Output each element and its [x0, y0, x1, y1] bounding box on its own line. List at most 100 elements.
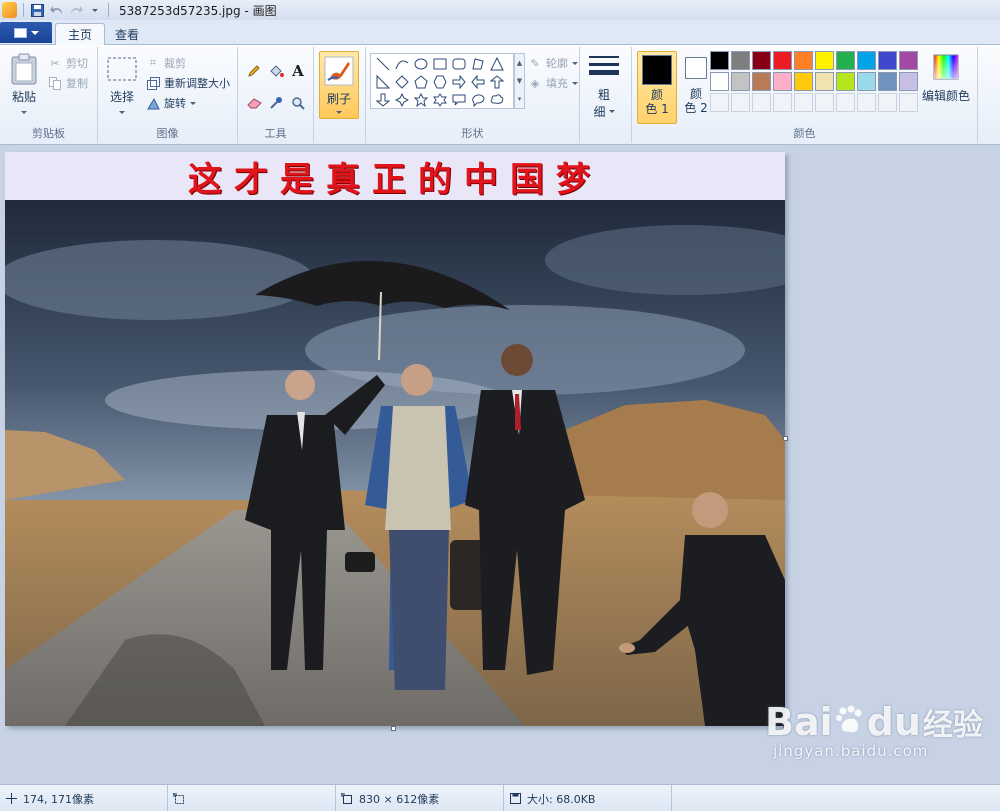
custom-color-slot[interactable]	[773, 93, 792, 112]
color1-button[interactable]: 颜 色 1	[637, 51, 677, 124]
arrow-down-shape-icon[interactable]	[373, 91, 392, 109]
pentagon-shape-icon[interactable]	[411, 73, 430, 91]
image-canvas[interactable]: 这才是真正的中国梦	[5, 152, 785, 726]
copy-icon	[48, 76, 62, 90]
color-swatch[interactable]	[899, 72, 918, 91]
save-icon[interactable]	[30, 3, 45, 18]
color-swatch[interactable]	[899, 51, 918, 70]
cut-button[interactable]: ✂ 剪切	[48, 55, 88, 71]
rotate-button[interactable]: 旋转	[146, 95, 196, 111]
undo-icon[interactable]	[49, 3, 64, 18]
copy-button[interactable]: 复制	[48, 75, 88, 91]
hexagon-shape-icon[interactable]	[430, 73, 449, 91]
oval-shape-icon[interactable]	[411, 55, 430, 73]
paint-menu-button[interactable]	[0, 22, 52, 43]
five-point-star-shape-icon[interactable]	[411, 91, 430, 109]
canvas-resize-handle-bottom[interactable]	[391, 726, 396, 731]
color-swatch[interactable]	[731, 51, 750, 70]
color-swatch[interactable]	[773, 72, 792, 91]
color-swatch[interactable]	[773, 51, 792, 70]
edit-colors-button[interactable]: 编辑颜色	[922, 53, 970, 104]
customize-quick-access-icon[interactable]	[87, 3, 102, 18]
fill-bucket-icon[interactable]	[266, 61, 286, 81]
pencil-icon[interactable]	[244, 61, 264, 81]
magnifier-icon[interactable]	[288, 93, 308, 113]
scroll-up-icon[interactable]: ▲	[517, 59, 522, 67]
arrow-left-shape-icon[interactable]	[468, 73, 487, 91]
tab-home[interactable]: 主页	[55, 23, 106, 46]
oval-callout-shape-icon[interactable]	[468, 91, 487, 109]
edit-colors-label: 编辑颜色	[922, 89, 971, 103]
canvas-resize-handle-right[interactable]	[783, 436, 788, 441]
custom-color-slot[interactable]	[878, 93, 897, 112]
color-swatch[interactable]	[878, 51, 897, 70]
color-swatch[interactable]	[878, 72, 897, 91]
brushes-button[interactable]: 刷子	[319, 51, 359, 119]
color-picker-icon[interactable]	[266, 93, 286, 113]
rounded-rectangle-shape-icon[interactable]	[449, 55, 468, 73]
size-group: 粗 细	[580, 47, 632, 143]
color-swatch[interactable]	[752, 72, 771, 91]
paste-button[interactable]: 粘贴	[8, 53, 40, 114]
color-swatch[interactable]	[731, 72, 750, 91]
arrow-up-shape-icon[interactable]	[487, 73, 506, 91]
cursor-position: 174, 171像素	[0, 785, 168, 811]
color-swatch[interactable]	[710, 72, 729, 91]
diamond-shape-icon[interactable]	[392, 73, 411, 91]
paint-app-icon[interactable]	[2, 2, 17, 18]
curve-shape-icon[interactable]	[392, 55, 411, 73]
rectangle-shape-icon[interactable]	[430, 55, 449, 73]
fill-button[interactable]: ◈ 填充	[528, 75, 578, 91]
resize-icon	[146, 76, 160, 90]
color-swatch[interactable]	[794, 72, 813, 91]
canvas-workspace[interactable]: 这才是真正的中国梦	[0, 146, 1000, 783]
paw-icon	[835, 700, 865, 744]
color-spectrum-icon	[932, 53, 960, 81]
custom-color-slot[interactable]	[710, 93, 729, 112]
redo-icon[interactable]	[68, 3, 83, 18]
custom-color-slot[interactable]	[794, 93, 813, 112]
tools-group-label: 工具	[264, 127, 287, 140]
six-point-star-shape-icon[interactable]	[430, 91, 449, 109]
color-swatch[interactable]	[815, 51, 834, 70]
resize-button[interactable]: 重新调整大小	[146, 75, 230, 91]
size-button[interactable]: 粗 细	[588, 51, 620, 120]
tab-view[interactable]: 查看	[103, 23, 151, 45]
custom-color-slot[interactable]	[836, 93, 855, 112]
select-button[interactable]: 选择	[106, 53, 138, 114]
custom-color-slot[interactable]	[899, 93, 918, 112]
outline-button[interactable]: ✎ 轮廓	[528, 55, 578, 71]
color-swatch[interactable]	[752, 51, 771, 70]
image-group-label: 图像	[156, 127, 179, 140]
triangle-shape-icon[interactable]	[487, 55, 506, 73]
color-swatch[interactable]	[836, 72, 855, 91]
custom-color-slot[interactable]	[752, 93, 771, 112]
image-group: 选择 ⌗ 裁剪 重新调整大小 旋转 图像	[98, 47, 238, 143]
color-swatch[interactable]	[794, 51, 813, 70]
crop-button[interactable]: ⌗ 裁剪	[146, 55, 186, 71]
custom-color-slot[interactable]	[815, 93, 834, 112]
color-swatch[interactable]	[710, 51, 729, 70]
color-swatch[interactable]	[815, 72, 834, 91]
custom-color-slot[interactable]	[731, 93, 750, 112]
right-triangle-shape-icon[interactable]	[373, 73, 392, 91]
color-swatch[interactable]	[857, 72, 876, 91]
four-point-star-shape-icon[interactable]	[392, 91, 411, 109]
gallery-expand-icon[interactable]: ▾	[518, 95, 522, 103]
text-tool-icon[interactable]: A	[288, 61, 308, 81]
color-swatch[interactable]	[836, 51, 855, 70]
scroll-down-icon[interactable]: ▼	[517, 77, 522, 85]
crop-icon: ⌗	[149, 56, 157, 69]
chevron-down-icon	[608, 110, 615, 113]
cloud-callout-shape-icon[interactable]	[487, 91, 506, 109]
rect-callout-shape-icon[interactable]	[449, 91, 468, 109]
line-shape-icon[interactable]	[373, 55, 392, 73]
arrow-right-shape-icon[interactable]	[449, 73, 468, 91]
chevron-down-icon	[572, 81, 578, 85]
color-swatch[interactable]	[857, 51, 876, 70]
color2-button[interactable]: 颜 色 2	[680, 51, 712, 124]
eraser-icon[interactable]	[244, 93, 264, 113]
shapes-gallery-scroll[interactable]: ▲ ▼ ▾	[514, 53, 525, 109]
custom-color-slot[interactable]	[857, 93, 876, 112]
polygon-shape-icon[interactable]	[468, 55, 487, 73]
